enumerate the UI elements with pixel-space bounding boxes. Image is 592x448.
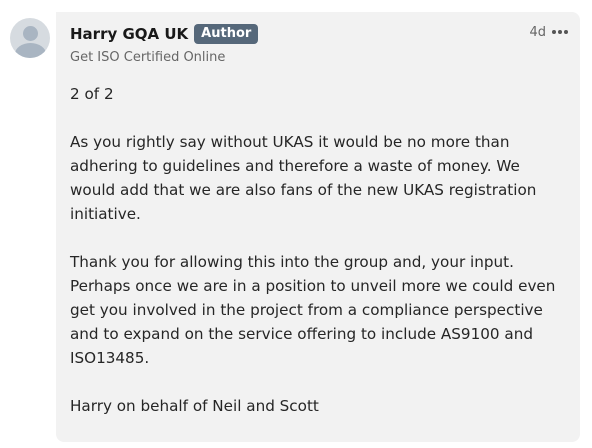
comment-paragraph: 2 of 2 xyxy=(70,85,114,103)
comment-text: 2 of 2 As you rightly say without UKAS i… xyxy=(70,82,566,418)
avatar[interactable] xyxy=(10,18,50,58)
author-badge: Author xyxy=(194,24,259,44)
avatar-body-icon xyxy=(15,43,46,58)
author-headline: Get ISO Certified Online xyxy=(70,50,226,65)
comment-bubble: Harry GQA UK Author Get ISO Certified On… xyxy=(56,12,580,442)
more-options-icon[interactable] xyxy=(552,24,568,40)
comment-paragraph: As you rightly say without UKAS it would… xyxy=(70,133,537,223)
author-line: Harry GQA UK Author xyxy=(70,24,259,44)
comment-meta: 4d xyxy=(529,24,568,40)
comment-paragraph: Thank you for allowing this into the gro… xyxy=(70,253,556,367)
author-name[interactable]: Harry GQA UK xyxy=(70,25,188,43)
comment-paragraph: Harry on behalf of Neil and Scott xyxy=(70,397,319,415)
comment-timestamp: 4d xyxy=(529,24,546,40)
avatar-head-icon xyxy=(23,26,38,41)
